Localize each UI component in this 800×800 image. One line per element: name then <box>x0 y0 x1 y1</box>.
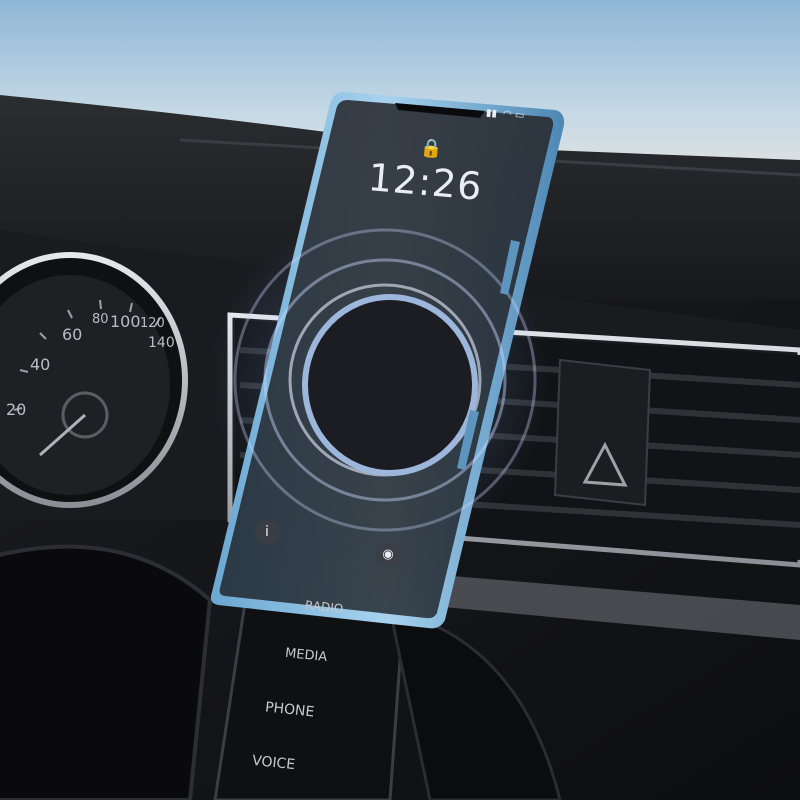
battery-icon: ▭ <box>514 109 525 122</box>
speedometer-tick-120: 120 <box>140 316 165 331</box>
scene-svg <box>0 0 800 800</box>
speedometer-tick-60: 60 <box>62 325 83 344</box>
magnetic-mount-puck <box>302 294 478 476</box>
speedometer-tick-140: 140 <box>148 335 175 351</box>
car-dashboard-scene: ▮▮ ◠ ▭ 🔒 12:26 ⅰ ◉ 20 40 60 80 100 120 1… <box>0 0 800 800</box>
speedometer-tick-100: 100 <box>110 312 141 331</box>
signal-icon: ▮▮ <box>485 107 498 120</box>
speedometer-tick-20: 20 <box>6 400 27 419</box>
lock-icon: 🔒 <box>419 137 444 160</box>
flashlight-icon[interactable]: ⅰ <box>255 520 279 544</box>
steering-wheel <box>0 544 213 800</box>
wifi-icon: ◠ <box>502 108 513 121</box>
camera-icon[interactable]: ◉ <box>376 543 400 567</box>
speedometer-tick-40: 40 <box>30 355 51 374</box>
speedometer-tick-80: 80 <box>92 312 109 327</box>
hazard-button <box>553 358 652 507</box>
